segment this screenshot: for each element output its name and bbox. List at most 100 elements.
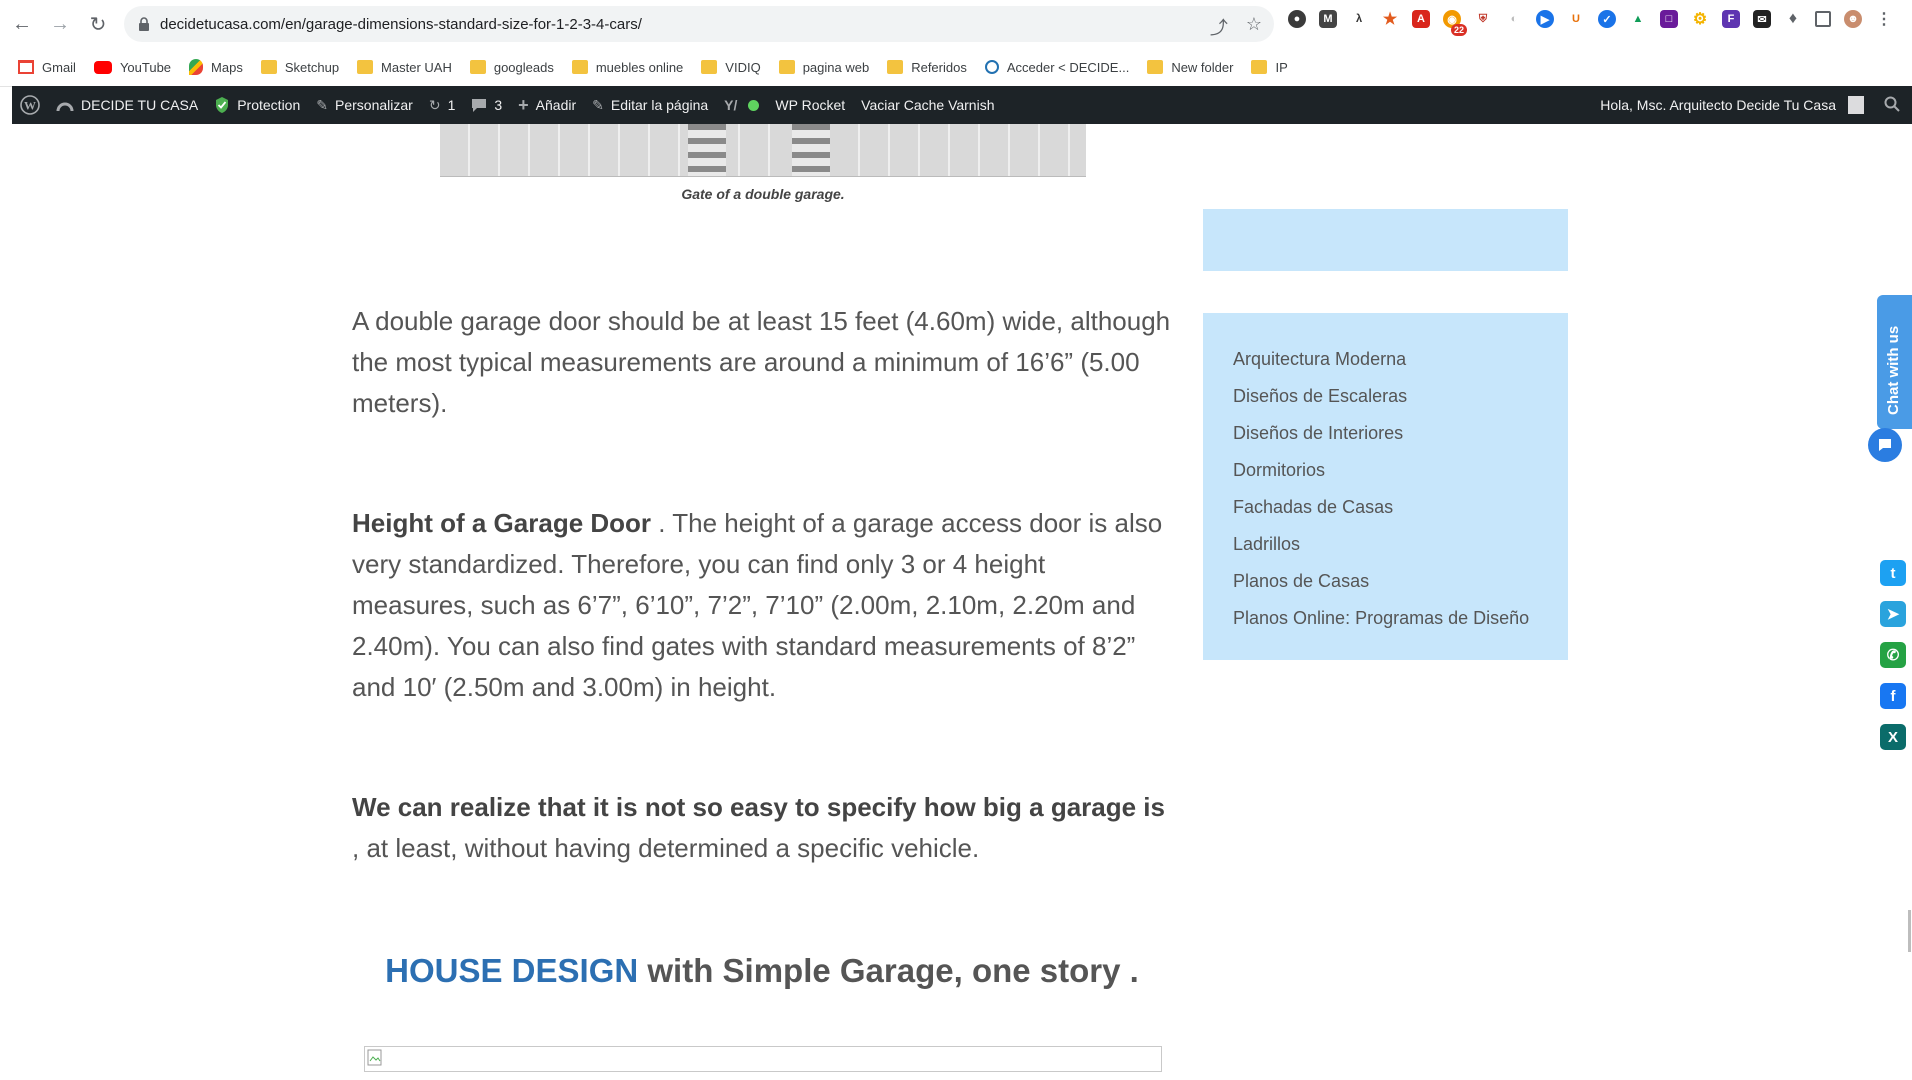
extension-mail-icon[interactable]: ✉ bbox=[1753, 10, 1771, 28]
browser-toolbar: ← → ↻ decidetucasa.com/en/garage-dimensi… bbox=[0, 0, 1912, 48]
bookmark-item[interactable]: pagina web bbox=[778, 60, 869, 75]
extension-check-icon[interactable]: ✓ bbox=[1598, 10, 1616, 28]
category-link[interactable]: Diseños de Escaleras bbox=[1233, 378, 1568, 415]
address-bar[interactable]: decidetucasa.com/en/garage-dimensions-st… bbox=[124, 6, 1274, 42]
folder-icon bbox=[1251, 60, 1268, 74]
extension-grey-icon[interactable]: ◐ bbox=[1505, 10, 1523, 28]
extension-shield-icon[interactable]: ⛨ bbox=[1474, 10, 1492, 28]
shield-check-icon bbox=[214, 96, 230, 114]
bookmark-item[interactable]: IP bbox=[1251, 60, 1288, 75]
reload-icon[interactable]: ↻ bbox=[82, 8, 114, 40]
category-link[interactable]: Planos Online: Programas de Diseño bbox=[1233, 600, 1568, 637]
profile-avatar-icon[interactable]: ☻ bbox=[1844, 10, 1862, 28]
url-text[interactable]: decidetucasa.com/en/garage-dimensions-st… bbox=[160, 16, 642, 33]
bookmark-label: Sketchup bbox=[284, 59, 340, 75]
house-design-link[interactable]: HOUSE DESIGN bbox=[385, 952, 638, 989]
extension-gear-icon[interactable]: ⚙ bbox=[1691, 10, 1709, 28]
extension-form-icon[interactable]: F bbox=[1722, 10, 1740, 28]
height-heading-bold: Height of a Garage Door bbox=[352, 508, 652, 538]
category-link[interactable]: Planos de Casas bbox=[1233, 563, 1568, 600]
chat-bubble-icon[interactable] bbox=[1868, 428, 1902, 462]
bookmark-item[interactable]: Sketchup bbox=[260, 59, 340, 75]
facebook-share-icon[interactable]: f bbox=[1880, 683, 1906, 709]
twitter-share-icon[interactable]: t bbox=[1880, 560, 1906, 586]
bookmark-item[interactable]: Gmail bbox=[18, 60, 76, 75]
wp-yoast-button[interactable]: Y/ bbox=[724, 97, 760, 113]
back-arrow-icon[interactable]: ← bbox=[6, 8, 38, 40]
extension-play-icon[interactable]: ▶ bbox=[1536, 10, 1554, 28]
sidebar-categories: Arquitectura Moderna Diseños de Escaleras… bbox=[1203, 313, 1568, 660]
wp-customize-button[interactable]: ✎ Personalizar bbox=[316, 97, 413, 114]
wp-varnish-button[interactable]: Vaciar Cache Varnish bbox=[861, 97, 994, 113]
pencil-icon: ✎ bbox=[592, 96, 604, 113]
wp-protection-label: Protection bbox=[237, 97, 301, 113]
wp-site-name-button[interactable]: DECIDE TU CASA bbox=[56, 97, 198, 113]
bookmark-item[interactable]: Master UAH bbox=[357, 60, 452, 75]
wp-logo-button[interactable]: W bbox=[20, 95, 40, 115]
wp-rocket-button[interactable]: WP Rocket bbox=[775, 97, 845, 113]
section-heading: HOUSE DESIGN with Simple Garage, one sto… bbox=[352, 952, 1172, 990]
share-icon[interactable]: ⤴ bbox=[1210, 14, 1228, 40]
bookmark-label: VIDIQ bbox=[725, 59, 761, 75]
wp-comments-button[interactable]: 3 bbox=[471, 97, 502, 113]
folder-icon bbox=[778, 60, 795, 74]
forward-arrow-icon[interactable]: → bbox=[44, 8, 76, 40]
scrollbar-thumb[interactable] bbox=[1908, 910, 1911, 952]
section-heading-rest: with Simple Garage, one story . bbox=[638, 952, 1139, 989]
bookmark-item[interactable]: YouTube bbox=[93, 59, 172, 75]
gmail-icon bbox=[18, 60, 34, 74]
extension-u-icon[interactable]: U bbox=[1567, 10, 1585, 28]
telegram-share-icon[interactable]: ➤ bbox=[1880, 601, 1906, 627]
wp-updates-count: 1 bbox=[447, 97, 456, 113]
extension-m-icon[interactable]: M bbox=[1319, 10, 1337, 28]
comment-bubble-icon bbox=[471, 98, 487, 113]
browser-menu-icon[interactable]: ⋮ bbox=[1875, 10, 1893, 28]
bookmark-item[interactable]: muebles online bbox=[571, 60, 683, 75]
extension-badge-icon[interactable]: ◉ 22 bbox=[1443, 10, 1467, 36]
category-link[interactable]: Dormitorios bbox=[1233, 452, 1568, 489]
extension-pdf-icon[interactable]: A bbox=[1412, 10, 1430, 28]
category-link[interactable]: Fachadas de Casas bbox=[1233, 489, 1568, 526]
wp-account-greeting[interactable]: Hola, Msc. Arquitecto Decide Tu Casa bbox=[1600, 97, 1836, 113]
extensions-puzzle-icon[interactable]: ♦ bbox=[1784, 10, 1802, 28]
category-link[interactable]: Arquitectura Moderna bbox=[1233, 341, 1568, 378]
wp-add-new-button[interactable]: + Añadir bbox=[518, 95, 576, 116]
chat-with-us-tab[interactable]: Chat with us bbox=[1877, 295, 1912, 429]
xing-share-icon[interactable]: X bbox=[1880, 724, 1906, 750]
wp-updates-button[interactable]: ↻ 1 bbox=[429, 97, 456, 114]
extension-dark-circle-icon[interactable]: ● bbox=[1288, 10, 1306, 28]
bookmark-label: YouTube bbox=[119, 59, 172, 75]
wp-search-icon[interactable] bbox=[1884, 96, 1900, 115]
wp-edit-page-button[interactable]: ✎ Editar la página bbox=[592, 97, 708, 114]
lock-icon bbox=[139, 17, 149, 31]
side-panel-icon[interactable] bbox=[1815, 11, 1831, 27]
bookmark-label: New folder bbox=[1171, 59, 1234, 75]
extensions-bar: ● M λ ★ A ◉ 22 ⛨ ◐ ▶ U ✓ ▲ □ ⚙ F ✉ ♦ ☻ ⋮ bbox=[1288, 10, 1893, 36]
bookmark-item[interactable]: New folder bbox=[1147, 60, 1233, 75]
paragraph-size: We can realize that it is not so easy to… bbox=[352, 787, 1172, 869]
whatsapp-share-icon[interactable]: ✆ bbox=[1880, 642, 1906, 668]
extension-star-icon[interactable]: ★ bbox=[1381, 10, 1399, 28]
youtube-icon bbox=[93, 60, 112, 74]
sidebar-widget-empty bbox=[1203, 209, 1568, 271]
house-design-image bbox=[364, 1046, 1162, 1072]
bookmark-item[interactable]: VIDIQ bbox=[701, 59, 761, 75]
paragraph-width: A double garage door should be at least … bbox=[352, 306, 1171, 418]
bookmark-item[interactable]: googleads bbox=[469, 60, 554, 75]
folder-icon bbox=[571, 60, 588, 74]
category-link[interactable]: Ladrillos bbox=[1233, 526, 1568, 563]
extension-purple-icon[interactable]: □ bbox=[1660, 10, 1678, 28]
wp-user-avatar[interactable] bbox=[1848, 96, 1864, 114]
folder-icon bbox=[260, 60, 277, 74]
svg-text:W: W bbox=[24, 99, 36, 113]
wp-protection-button[interactable]: Protection bbox=[214, 96, 300, 114]
wp-comments-count: 3 bbox=[494, 97, 503, 113]
bookmark-item[interactable]: Acceder < DECIDE... bbox=[984, 60, 1129, 75]
category-link[interactable]: Diseños de Interiores bbox=[1233, 415, 1568, 452]
bookmark-item[interactable]: Maps bbox=[189, 59, 243, 75]
bookmark-item[interactable]: Referidos bbox=[887, 60, 967, 75]
updates-refresh-icon: ↻ bbox=[428, 96, 441, 113]
extension-pen-icon[interactable]: λ bbox=[1350, 10, 1368, 28]
bookmark-star-icon[interactable]: ☆ bbox=[1246, 14, 1262, 40]
extension-chart-icon[interactable]: ▲ bbox=[1629, 10, 1647, 28]
